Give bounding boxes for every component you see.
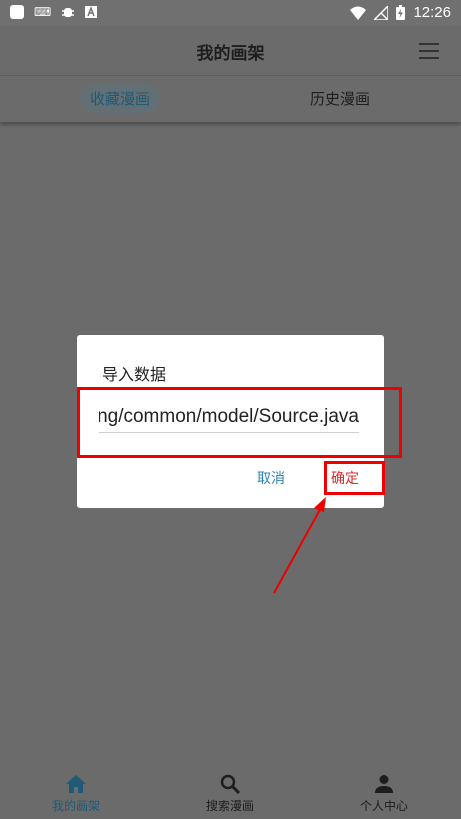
nav-item-profile[interactable]: 个人中心 bbox=[344, 774, 424, 814]
nav-label-bookshelf: 我的画架 bbox=[51, 799, 100, 813]
search-icon bbox=[220, 774, 240, 794]
annotation-arrow bbox=[273, 497, 326, 594]
nav-item-search[interactable]: 搜索漫画 bbox=[190, 774, 270, 814]
person-icon bbox=[375, 775, 393, 793]
home-icon bbox=[66, 775, 86, 793]
nav-label-search: 搜索漫画 bbox=[205, 799, 254, 813]
bottom-nav: 我的画架 搜索漫画 个人中心 bbox=[0, 760, 461, 819]
nav-label-profile: 个人中心 bbox=[359, 799, 408, 813]
nav-item-bookshelf[interactable]: 我的画架 bbox=[36, 774, 116, 814]
